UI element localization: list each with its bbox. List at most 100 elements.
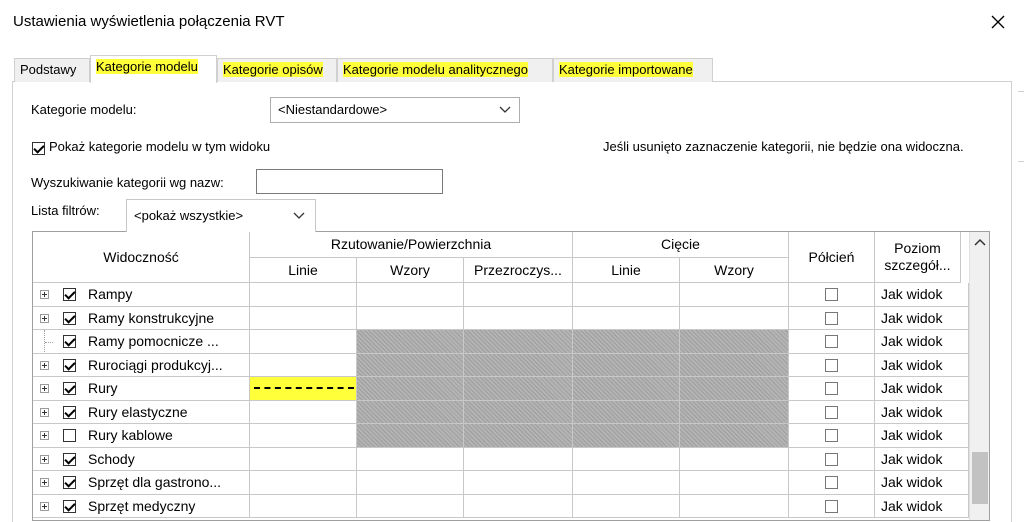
cell-patterns[interactable] bbox=[357, 283, 464, 307]
table-row[interactable]: Rury elastyczne Jak widok bbox=[33, 400, 989, 424]
cell-cut-patterns[interactable] bbox=[680, 330, 789, 354]
cell-patterns[interactable] bbox=[357, 330, 464, 354]
cell-transparency[interactable] bbox=[464, 424, 573, 448]
cell-patterns[interactable] bbox=[357, 494, 464, 518]
halftone-checkbox[interactable] bbox=[824, 405, 838, 419]
table-row[interactable]: Ramy pomocnicze ... Jak widok bbox=[33, 330, 989, 354]
halftone-checkbox[interactable] bbox=[824, 358, 838, 372]
detail-level-cell[interactable]: Jak widok bbox=[875, 283, 969, 307]
cell-transparency[interactable] bbox=[464, 377, 573, 401]
visibility-checkbox[interactable] bbox=[63, 452, 76, 466]
cell-patterns[interactable] bbox=[357, 424, 464, 448]
cell-cut-patterns[interactable] bbox=[680, 471, 789, 495]
cell-cut-patterns[interactable] bbox=[680, 306, 789, 330]
cell-transparency[interactable] bbox=[464, 400, 573, 424]
cell-cut-lines[interactable] bbox=[573, 306, 680, 330]
cell-patterns[interactable] bbox=[357, 471, 464, 495]
expand-icon[interactable] bbox=[40, 501, 49, 511]
visibility-checkbox[interactable] bbox=[63, 499, 76, 513]
expand-icon[interactable] bbox=[40, 384, 49, 393]
cell-transparency[interactable] bbox=[464, 353, 573, 377]
expand-icon[interactable] bbox=[40, 407, 49, 417]
cell-lines[interactable] bbox=[250, 353, 357, 377]
visibility-checkbox[interactable] bbox=[63, 311, 76, 325]
visibility-checkbox[interactable] bbox=[63, 429, 76, 442]
cell-lines[interactable] bbox=[250, 424, 357, 448]
cell-patterns[interactable] bbox=[357, 400, 464, 424]
header-visibility[interactable]: Widoczność bbox=[33, 232, 250, 283]
expand-icon[interactable] bbox=[40, 360, 49, 370]
header-cut-patterns[interactable]: Wzory bbox=[680, 258, 789, 283]
cell-lines[interactable] bbox=[250, 471, 357, 495]
cell-patterns[interactable] bbox=[357, 447, 464, 471]
cell-cut-lines[interactable] bbox=[573, 424, 680, 448]
detail-level-cell[interactable]: Jak widok bbox=[875, 377, 969, 401]
detail-level-cell[interactable]: Jak widok bbox=[875, 471, 969, 495]
table-row[interactable]: Rampy Jak widok bbox=[33, 283, 989, 307]
cell-cut-patterns[interactable] bbox=[680, 400, 789, 424]
model-category-dropdown[interactable]: <Niestandardowe> bbox=[270, 97, 520, 123]
cell-lines[interactable] bbox=[250, 494, 357, 518]
cell-patterns[interactable] bbox=[357, 306, 464, 330]
cell-cut-patterns[interactable] bbox=[680, 283, 789, 307]
halftone-checkbox[interactable] bbox=[824, 499, 838, 513]
header-lines[interactable]: Linie bbox=[250, 258, 357, 283]
visibility-checkbox[interactable] bbox=[63, 335, 76, 348]
cell-transparency[interactable] bbox=[464, 283, 573, 307]
scroll-up-button[interactable] bbox=[970, 232, 989, 252]
cell-cut-lines[interactable] bbox=[573, 377, 680, 401]
cell-cut-lines[interactable] bbox=[573, 471, 680, 495]
cell-transparency[interactable] bbox=[464, 447, 573, 471]
halftone-checkbox[interactable] bbox=[824, 311, 838, 325]
cell-cut-lines[interactable] bbox=[573, 330, 680, 354]
header-halftone[interactable]: Półcień bbox=[789, 232, 875, 283]
table-row[interactable]: Schody Jak widok bbox=[33, 447, 989, 471]
tab-podstawy[interactable]: Podstawy bbox=[14, 58, 90, 82]
detail-level-cell[interactable]: Jak widok bbox=[875, 447, 969, 471]
cell-cut-lines[interactable] bbox=[573, 400, 680, 424]
cell-cut-patterns[interactable] bbox=[680, 424, 789, 448]
visibility-checkbox[interactable] bbox=[63, 382, 76, 395]
cell-cut-lines[interactable] bbox=[573, 447, 680, 471]
table-row[interactable]: Ramy konstrukcyjne Jak widok bbox=[33, 306, 989, 330]
expand-icon[interactable] bbox=[40, 478, 49, 487]
tab-kategorie-importowane[interactable]: Kategorie importowane bbox=[553, 58, 713, 82]
cell-lines[interactable] bbox=[250, 283, 357, 307]
tab-kategorie-modelu-analitycznego[interactable]: Kategorie modelu analitycznego bbox=[337, 58, 553, 82]
detail-level-cell[interactable]: Jak widok bbox=[875, 330, 969, 354]
table-row[interactable]: Sprzęt dla gastrono... Jak widok bbox=[33, 471, 989, 495]
scroll-thumb[interactable] bbox=[972, 452, 988, 504]
tab-kategorie-modelu[interactable]: Kategorie modelu bbox=[90, 55, 217, 83]
cell-transparency[interactable] bbox=[464, 306, 573, 330]
cell-lines[interactable] bbox=[250, 377, 357, 401]
show-categories-checkbox[interactable] bbox=[32, 139, 45, 155]
close-button[interactable] bbox=[984, 8, 1012, 36]
header-transparency[interactable]: Przezroczys... bbox=[464, 258, 573, 283]
table-row[interactable]: Rurociągi produkcyj... Jak widok bbox=[33, 353, 989, 377]
cell-patterns[interactable] bbox=[357, 377, 464, 401]
visibility-checkbox[interactable] bbox=[63, 288, 76, 301]
visibility-checkbox[interactable] bbox=[63, 358, 76, 372]
cell-cut-patterns[interactable] bbox=[680, 447, 789, 471]
halftone-checkbox[interactable] bbox=[824, 452, 838, 466]
tab-kategorie-opisow[interactable]: Kategorie opisów bbox=[217, 58, 337, 82]
cell-transparency[interactable] bbox=[464, 494, 573, 518]
halftone-checkbox[interactable] bbox=[824, 429, 838, 442]
cell-cut-patterns[interactable] bbox=[680, 353, 789, 377]
visibility-checkbox[interactable] bbox=[63, 476, 76, 489]
search-input[interactable] bbox=[256, 169, 443, 194]
cell-transparency[interactable] bbox=[464, 471, 573, 495]
filter-list-dropdown[interactable]: <pokaż wszystkie> bbox=[126, 199, 316, 232]
halftone-checkbox[interactable] bbox=[824, 335, 838, 348]
halftone-checkbox[interactable] bbox=[824, 288, 838, 301]
cell-lines[interactable] bbox=[250, 330, 357, 354]
detail-level-cell[interactable]: Jak widok bbox=[875, 306, 969, 330]
expand-icon[interactable] bbox=[40, 313, 49, 323]
cell-cut-patterns[interactable] bbox=[680, 494, 789, 518]
header-detail-level[interactable]: Poziom szczegół... bbox=[875, 232, 961, 283]
vertical-scrollbar[interactable] bbox=[969, 232, 989, 520]
detail-level-cell[interactable]: Jak widok bbox=[875, 494, 969, 518]
detail-level-cell[interactable]: Jak widok bbox=[875, 424, 969, 448]
cell-lines[interactable] bbox=[250, 400, 357, 424]
cell-cut-lines[interactable] bbox=[573, 494, 680, 518]
